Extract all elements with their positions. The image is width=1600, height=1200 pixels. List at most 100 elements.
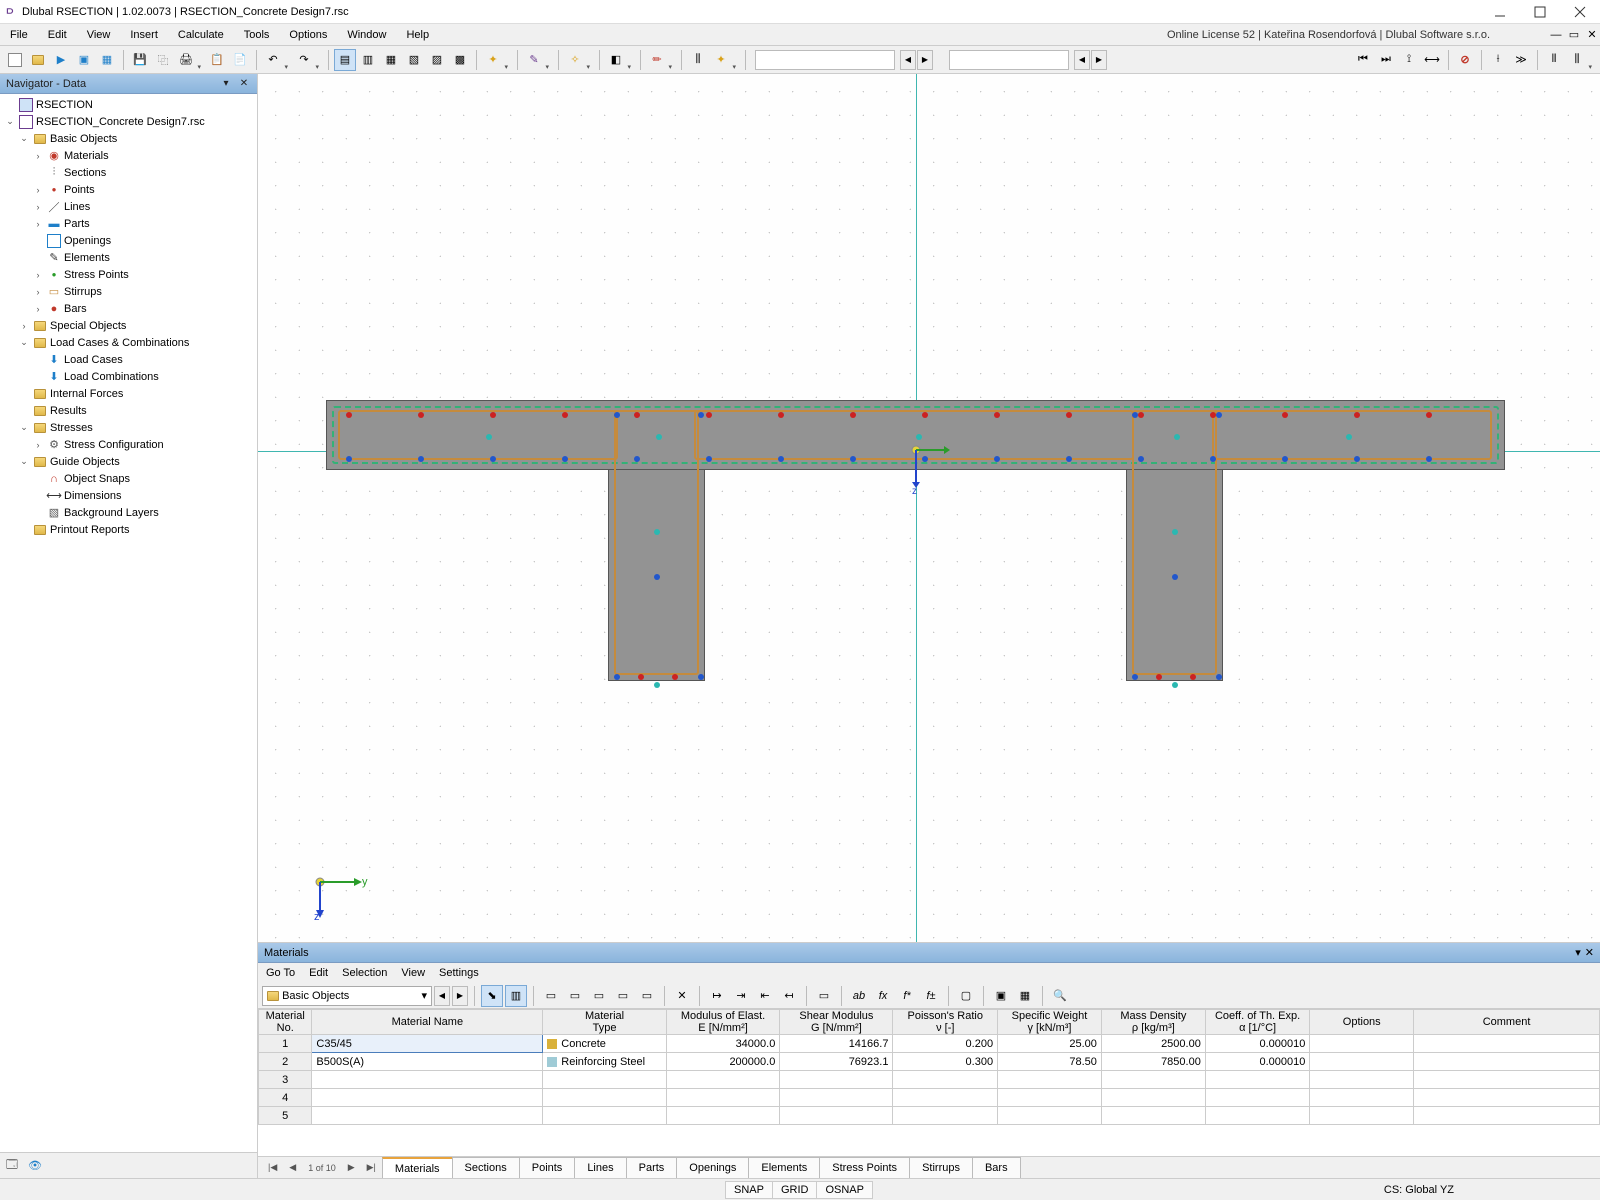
col-header[interactable]: Shear Modulus G [N/mm²] [780, 1010, 893, 1035]
mdi-minimize-icon[interactable]: — [1548, 27, 1564, 43]
tree-root[interactable]: RSECTION [0, 96, 257, 113]
tree-item-openings[interactable]: Openings [0, 232, 257, 249]
save-icon[interactable]: 💾 [129, 49, 151, 71]
star-icon[interactable]: ✦ [482, 49, 504, 71]
menu-edit[interactable]: Edit [38, 29, 77, 41]
gear-icon[interactable]: ▦ [96, 49, 118, 71]
tree-item-parts[interactable]: ›▬Parts [0, 215, 257, 232]
t3-icon[interactable]: ▭ [588, 985, 610, 1007]
t2-icon[interactable]: ▭ [564, 985, 586, 1007]
bp-menu-edit[interactable]: Edit [309, 967, 328, 979]
menu-view[interactable]: View [77, 29, 121, 41]
col-header[interactable]: Specific Weight γ [kN/m³] [998, 1010, 1102, 1035]
next-res-button[interactable]: ▶ [1091, 50, 1107, 70]
report-icon[interactable]: 📄 [229, 49, 251, 71]
tree-object-snaps[interactable]: ∩Object Snaps [0, 470, 257, 487]
tab-stirrups[interactable]: Stirrups [909, 1157, 973, 1178]
select-mode-icon[interactable]: ⬊ [481, 985, 503, 1007]
col-header[interactable]: Coeff. of Th. Exp. α [1/°C] [1205, 1010, 1310, 1035]
b1-icon[interactable]: ▭ [813, 985, 835, 1007]
tree-results[interactable]: Results [0, 402, 257, 419]
menu-calculate[interactable]: Calculate [168, 29, 234, 41]
tab-bars[interactable]: Bars [972, 1157, 1021, 1178]
tree-background-layers[interactable]: ▧Background Layers [0, 504, 257, 521]
c2-icon[interactable]: ▣ [990, 985, 1012, 1007]
materials-close-icon[interactable]: ✕ [1585, 946, 1594, 959]
bp-menu-go-to[interactable]: Go To [266, 967, 295, 979]
fx2-icon[interactable]: fx [872, 985, 894, 1007]
bp-menu-settings[interactable]: Settings [439, 967, 479, 979]
view4-icon[interactable]: ▧ [403, 49, 425, 71]
tree-load-combinations[interactable]: ⬇Load Combinations [0, 368, 257, 385]
columns-icon[interactable]: ⫼ [687, 49, 709, 71]
materials-pin-icon[interactable]: ▾ [1575, 946, 1581, 959]
tab-materials[interactable]: Materials [382, 1157, 453, 1178]
tab-points[interactable]: Points [519, 1157, 576, 1178]
col-header[interactable]: Material Name [312, 1010, 543, 1035]
menu-file[interactable]: File [0, 29, 38, 41]
snap-button[interactable]: SNAP [725, 1181, 773, 1199]
bounds-icon[interactable]: ⟟ [1398, 49, 1420, 71]
mdi-restore-icon[interactable]: ▭ [1566, 27, 1582, 43]
prev-res-button[interactable]: ◀ [1074, 50, 1090, 70]
table-row[interactable]: 4 [259, 1089, 1600, 1107]
delete-icon[interactable]: ✕ [671, 985, 693, 1007]
pencil-icon[interactable]: ✏ [646, 49, 668, 71]
redo-icon[interactable]: ↷ [293, 49, 315, 71]
skip-last-icon[interactable]: ⏭ [1375, 49, 1397, 71]
col-header[interactable]: Mass Density ρ [kg/m³] [1101, 1010, 1205, 1035]
prev-lc-button[interactable]: ◀ [900, 50, 916, 70]
col-header[interactable]: MaterialType [543, 1010, 667, 1035]
minimize-button[interactable] [1480, 0, 1520, 24]
tree-special-objects[interactable]: ›Special Objects [0, 317, 257, 334]
play-icon[interactable]: ▶ [50, 49, 72, 71]
tab-elements[interactable]: Elements [748, 1157, 820, 1178]
col-header[interactable]: Comment [1414, 1010, 1600, 1035]
save-all-icon[interactable]: ⿻ [152, 49, 174, 71]
nav-footer-icon1[interactable]: 🗔 [6, 1156, 18, 1175]
result-combo[interactable] [949, 50, 1069, 70]
tree-item-points[interactable]: ›●Points [0, 181, 257, 198]
box-icon[interactable]: ◧ [605, 49, 627, 71]
fx3-icon[interactable]: f* [896, 985, 918, 1007]
menu-insert[interactable]: Insert [120, 29, 168, 41]
c1-icon[interactable]: ▢ [955, 985, 977, 1007]
filter-icon[interactable]: ▥ [505, 985, 527, 1007]
table-row[interactable]: 2B500S(A)Reinforcing Steel200000.076923.… [259, 1053, 1600, 1071]
tab-parts[interactable]: Parts [626, 1157, 678, 1178]
tree-load-cases[interactable]: ⬇Load Cases [0, 351, 257, 368]
tree-printout-reports[interactable]: Printout Reports [0, 521, 257, 538]
tree-guide-objects[interactable]: ⌄Guide Objects [0, 453, 257, 470]
combo-next-button[interactable]: ▶ [452, 986, 468, 1006]
col-header[interactable]: Options [1310, 1010, 1414, 1035]
panel-close-icon[interactable]: ✕ [237, 77, 251, 91]
col-header[interactable]: Modulus of Elast. E [N/mm²] [666, 1010, 780, 1035]
table-row[interactable]: 1C35/45Concrete34000.014166.70.20025.002… [259, 1035, 1600, 1053]
grid-button[interactable]: GRID [772, 1181, 818, 1199]
tree-item-lines[interactable]: ›／Lines [0, 198, 257, 215]
search-icon[interactable]: 🔍 [1049, 985, 1071, 1007]
new-icon[interactable] [4, 49, 26, 71]
tree-internal-forces[interactable]: Internal Forces [0, 385, 257, 402]
tab-lines[interactable]: Lines [574, 1157, 626, 1178]
extra1-icon[interactable]: ⟊ [1487, 49, 1509, 71]
table-row[interactable]: 3 [259, 1071, 1600, 1089]
tree-item-stirrups[interactable]: ›▭Stirrups [0, 283, 257, 300]
print-icon[interactable]: 🖨 [175, 49, 197, 71]
tree-stresses[interactable]: ⌄Stresses [0, 419, 257, 436]
a1-icon[interactable]: ↦ [706, 985, 728, 1007]
tab-stress-points[interactable]: Stress Points [819, 1157, 910, 1178]
osnap-button[interactable]: OSNAP [816, 1181, 873, 1199]
close-button[interactable] [1560, 0, 1600, 24]
nav-footer-icon2[interactable]: 👁 [28, 1159, 42, 1172]
fx1-icon[interactable]: ab [848, 985, 870, 1007]
tree-item-bars[interactable]: ›●Bars [0, 300, 257, 317]
copy-icon[interactable]: 📋 [206, 49, 228, 71]
navigator-tree[interactable]: RSECTION⌄RSECTION_Concrete Design7.rsc⌄B… [0, 94, 257, 1152]
calc-icon[interactable]: ▣ [73, 49, 95, 71]
category-combo[interactable]: Basic Objects ▾ [262, 986, 432, 1006]
tree-item-elements[interactable]: ✎Elements [0, 249, 257, 266]
pager-next-button[interactable]: ▶ [342, 1162, 361, 1173]
sparkle-icon[interactable]: ✧ [564, 49, 586, 71]
pager-last-button[interactable]: ▶| [361, 1162, 382, 1173]
